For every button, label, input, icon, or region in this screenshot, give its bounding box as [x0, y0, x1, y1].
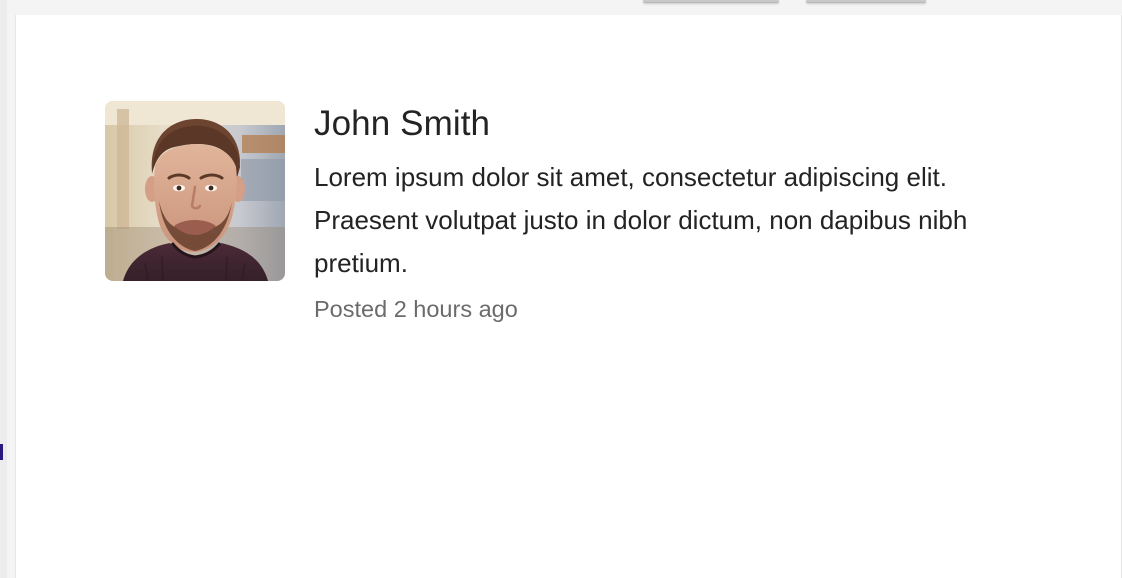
left-edge-strip: [0, 0, 7, 578]
comment-card: John Smith Lorem ipsum dolor sit amet, c…: [15, 15, 1122, 578]
top-tab-stub[interactable]: [643, 0, 779, 3]
comment-body: John Smith Lorem ipsum dolor sit amet, c…: [314, 101, 1004, 329]
author-name: John Smith: [314, 104, 491, 143]
posted-timestamp: Posted 2 hours ago: [314, 296, 518, 322]
left-edge-accent: [0, 444, 3, 460]
comment-text: Lorem ipsum dolor sit amet, consectetur …: [314, 162, 968, 278]
page: John Smith Lorem ipsum dolor sit amet, c…: [0, 0, 1122, 578]
avatar: [105, 101, 285, 281]
comment-media: John Smith Lorem ipsum dolor sit amet, c…: [105, 101, 1004, 329]
top-tab-stub[interactable]: [806, 0, 926, 3]
